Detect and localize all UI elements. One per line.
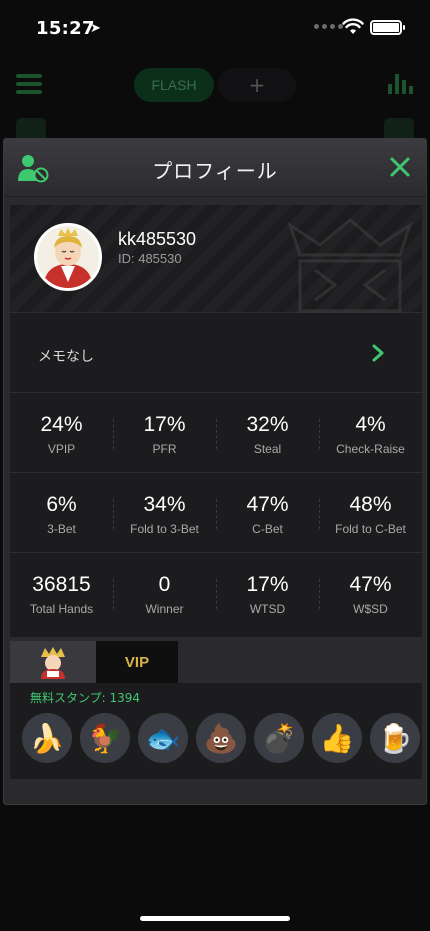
chevron-right-icon (372, 344, 384, 362)
stats-row: 6% 3-Bet 34% Fold to 3-Bet 47% C-Bet 48%… (10, 473, 422, 553)
stat-value: 34% (143, 493, 186, 516)
stamp-tabs: VIP (10, 641, 422, 683)
profile-modal: プロフィール kk485530 ID: 485530 メモなし 24% VPIP… (3, 138, 427, 805)
flash-tab[interactable]: FLASH (134, 68, 214, 102)
stat-value: 36815 (32, 573, 91, 596)
bomb-stamp-icon[interactable]: 💣 (254, 713, 304, 763)
stat-value: 17% (143, 413, 186, 436)
banana-stamp-icon[interactable]: 🍌 (22, 713, 72, 763)
stat-total-hands: 36815 Total Hands (10, 553, 113, 633)
memo-label: メモなし (38, 349, 94, 365)
fish-stamp-icon[interactable]: 🐟 (138, 713, 188, 763)
stats-row: 24% VPIP 17% PFR 32% Steal 4% Check-Rais… (10, 393, 422, 473)
stat-label: W$SD (353, 602, 388, 616)
king-stamp-icon (41, 647, 65, 679)
stat-value: 0 (158, 573, 171, 596)
stat-value: 48% (349, 493, 392, 516)
thumbs-up-stamp-icon[interactable]: 👍 (312, 713, 362, 763)
rooster-stamp-icon[interactable]: 🐓 (80, 713, 130, 763)
stat-value: 6% (46, 493, 77, 516)
stat-label: Fold to C-Bet (335, 522, 406, 536)
stat-fold-to-3-bet: 34% Fold to 3-Bet (113, 473, 216, 552)
queen-avatar-icon (37, 226, 99, 288)
battery-icon (370, 20, 405, 35)
crown-watermark-icon (287, 218, 413, 313)
status-bar: 15:27 ➤ (0, 0, 430, 56)
stat-label: C-Bet (252, 522, 283, 536)
stat-vpip: 24% VPIP (10, 393, 113, 472)
free-stamp-count: 無料スタンプ: 1394 (30, 691, 141, 705)
stat-value: 24% (40, 413, 83, 436)
stat-3-bet: 6% 3-Bet (10, 473, 113, 552)
menu-icon[interactable] (16, 74, 42, 94)
user-id: ID: 485530 (118, 251, 182, 266)
poop-stamp-icon[interactable]: 💩 (196, 713, 246, 763)
stat-fold-to-c-bet: 48% Fold to C-Bet (319, 473, 422, 552)
memo-row[interactable]: メモなし (10, 313, 422, 393)
stamp-panel: 無料スタンプ: 1394 🍌 🐓 🐟 💩 💣 👍 🍺 (10, 683, 422, 779)
stat-value: 17% (246, 573, 289, 596)
stat-winner: 0 Winner (113, 553, 216, 633)
username: kk485530 (118, 229, 197, 249)
profile-panel: kk485530 ID: 485530 メモなし 24% VPIP 17% PF… (10, 205, 422, 637)
modal-title: プロフィール (152, 159, 278, 183)
add-tab-button[interactable]: + (218, 68, 296, 102)
stat-label: Steal (253, 442, 282, 456)
stat-label: Total Hands (29, 602, 94, 616)
beer-stamp-icon[interactable]: 🍺 (370, 713, 420, 763)
profile-header: kk485530 ID: 485530 (10, 205, 422, 313)
stat-label: WTSD (249, 602, 286, 616)
stat-label: VPIP (47, 442, 76, 456)
stat-label: Fold to 3-Bet (130, 522, 199, 536)
stat-c-bet: 47% C-Bet (216, 473, 319, 552)
stat-pfr: 17% PFR (113, 393, 216, 472)
close-icon[interactable] (388, 155, 412, 179)
avatar[interactable] (34, 223, 102, 291)
stat-value: 47% (246, 493, 289, 516)
bar-chart-icon[interactable] (388, 72, 413, 94)
stat-steal: 32% Steal (216, 393, 319, 472)
stat-label: Winner (145, 602, 184, 616)
stamp-list: 🍌 🐓 🐟 💩 💣 👍 🍺 (22, 713, 420, 763)
stat-value: 47% (349, 573, 392, 596)
wifi-icon (342, 18, 364, 34)
cellular-signal-icon (314, 24, 343, 29)
location-arrow-icon: ➤ (90, 21, 101, 36)
tab-vip-stamps[interactable]: VIP (96, 641, 178, 683)
stat-label: PFR (152, 442, 177, 456)
stats-row: 36815 Total Hands 0 Winner 17% WTSD 47% … (10, 553, 422, 633)
stat-wsd: 47% W$SD (319, 553, 422, 633)
home-indicator[interactable] (140, 916, 290, 921)
tab-free-stamps[interactable] (10, 641, 96, 683)
stat-check-raise: 4% Check-Raise (319, 393, 422, 472)
stat-label: Check-Raise (336, 442, 405, 456)
status-time: 15:27 (36, 18, 95, 39)
stat-wtsd: 17% WTSD (216, 553, 319, 633)
stat-label: 3-Bet (47, 522, 76, 536)
background-app-header: FLASH + (0, 60, 430, 120)
stat-value: 32% (246, 413, 289, 436)
stat-value: 4% (355, 413, 386, 436)
modal-header: プロフィール (4, 139, 426, 197)
